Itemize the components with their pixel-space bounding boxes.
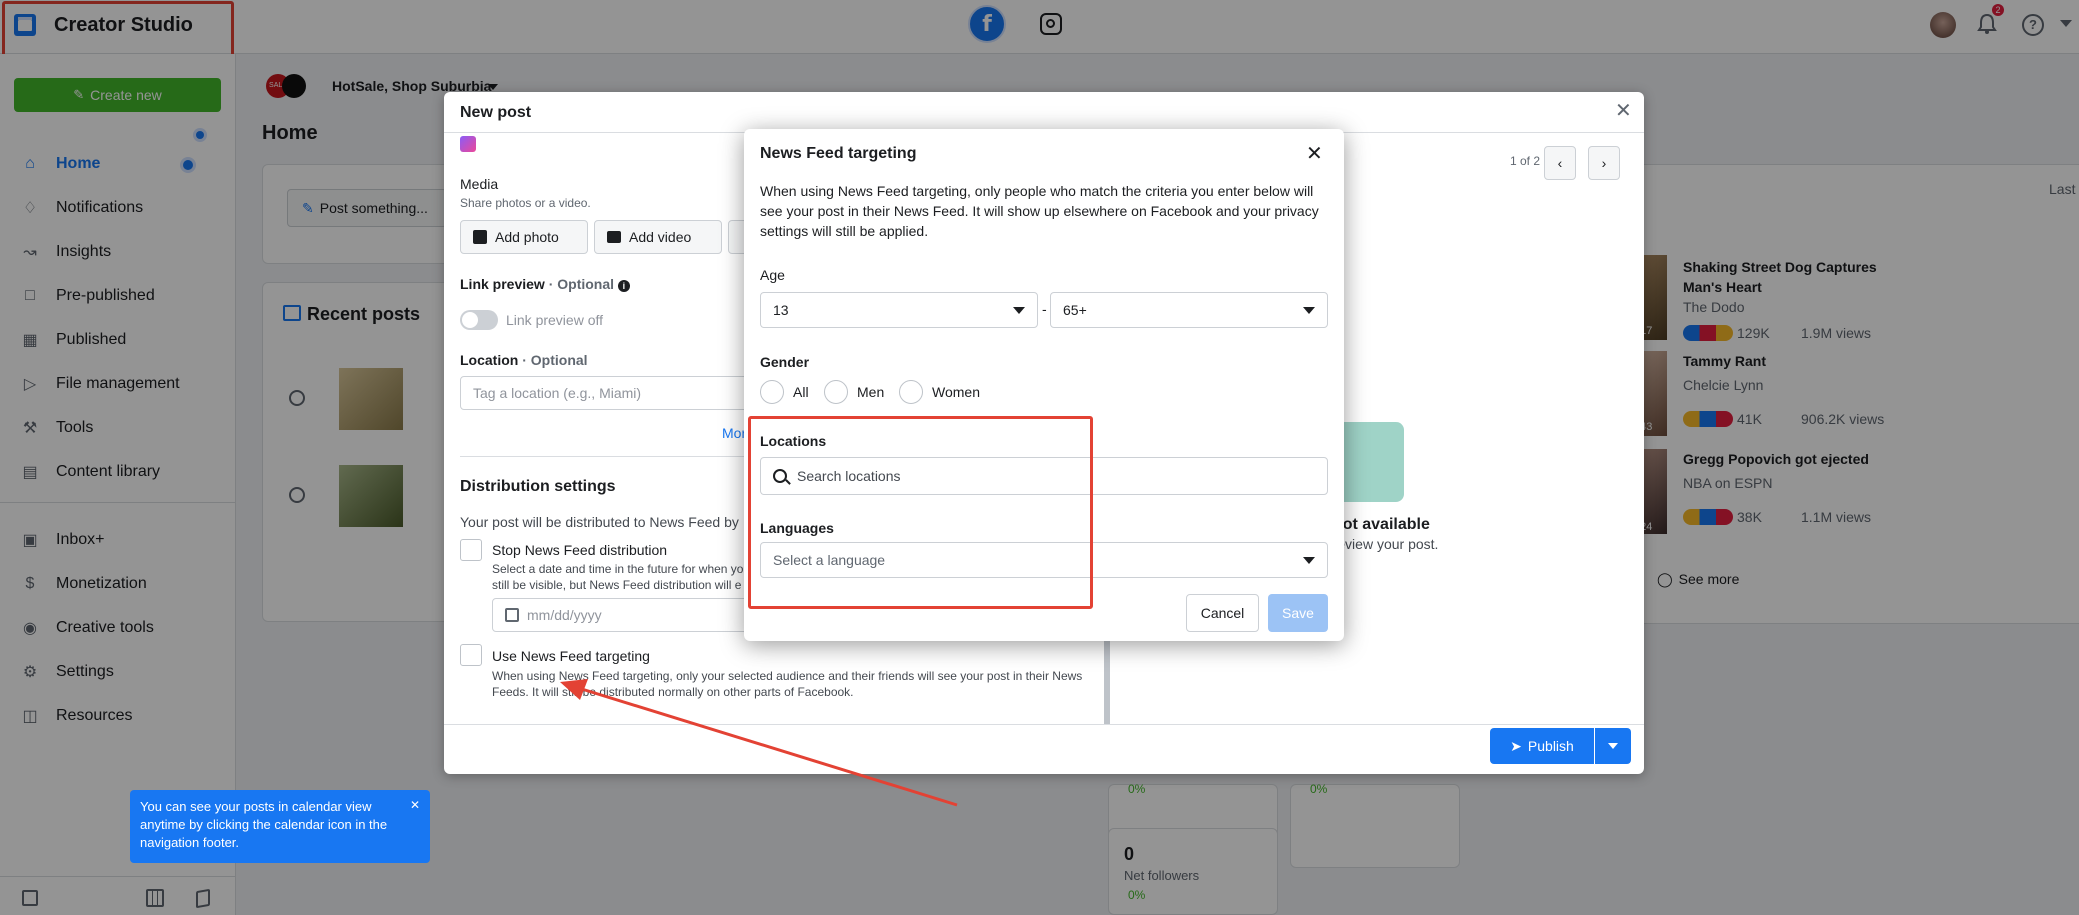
annotation-arrow (560, 679, 958, 807)
